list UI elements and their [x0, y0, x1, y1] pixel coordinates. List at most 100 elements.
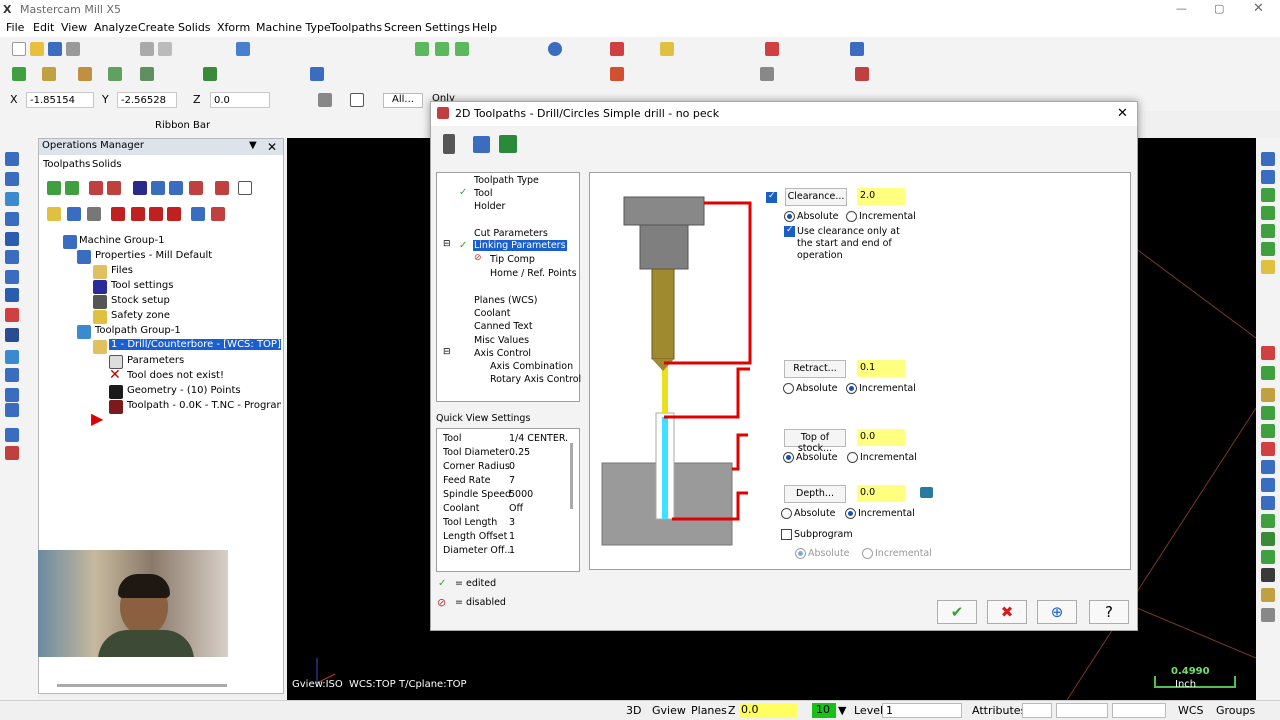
level-number[interactable]: 10: [812, 703, 836, 718]
depth-value[interactable]: 0.0: [857, 485, 905, 502]
minimize-icon[interactable]: —: [1176, 2, 1187, 15]
left-tool-6-icon[interactable]: [5, 250, 19, 264]
move-down-icon[interactable]: [111, 207, 125, 221]
mode-3d[interactable]: 3D: [626, 704, 641, 717]
solid-box-icon[interactable]: [415, 42, 429, 56]
level-button[interactable]: Level: [854, 704, 883, 717]
top-of-stock-incremental-radio[interactable]: [847, 452, 858, 463]
solid-cylinder-icon[interactable]: [435, 42, 449, 56]
tree-rotary-axis-control[interactable]: Rotary Axis Control: [490, 374, 581, 385]
horizontal-scrollbar[interactable]: [57, 684, 227, 687]
add-icon[interactable]: [12, 67, 26, 81]
grid-icon[interactable]: [610, 67, 624, 81]
right-tool-1-icon[interactable]: [1261, 152, 1275, 166]
right-tool-21-icon[interactable]: [1261, 588, 1275, 602]
backplot-icon[interactable]: [133, 181, 147, 195]
help-button[interactable]: ?: [1089, 600, 1129, 624]
menu-analyze[interactable]: Analyze: [94, 21, 137, 34]
tree-canned-text[interactable]: Canned Text: [474, 321, 533, 332]
linking-expand-icon[interactable]: ⊟: [443, 239, 451, 249]
left-tool-7-icon[interactable]: [5, 270, 19, 284]
left-tool-10-icon[interactable]: [5, 328, 19, 342]
analyze-icon[interactable]: [765, 42, 779, 56]
insert-arrow-marker-icon[interactable]: ▶: [91, 409, 103, 428]
tool-holder-icon[interactable]: [443, 134, 455, 154]
right-tool-17-icon[interactable]: [1261, 514, 1275, 528]
dialog-library-icon[interactable]: [499, 135, 517, 153]
top-of-stock-absolute-radio[interactable]: [783, 452, 794, 463]
lock-icon[interactable]: [318, 93, 332, 107]
tab-toolpaths[interactable]: Toolpaths: [43, 159, 90, 170]
tree-axis-combination[interactable]: Axis Combination: [490, 361, 573, 372]
clearance-value[interactable]: 2.0: [857, 188, 905, 205]
tree-parameters[interactable]: Parameters: [127, 355, 184, 366]
surface-icon[interactable]: [203, 67, 217, 81]
qv-scrollbar[interactable]: [570, 443, 573, 509]
clearance-button[interactable]: Clearance...: [785, 188, 847, 206]
right-tool-20-icon[interactable]: [1261, 568, 1275, 582]
right-tool-3-icon[interactable]: [1261, 188, 1275, 202]
clearance-checkbox[interactable]: [766, 191, 777, 203]
right-tool-10-icon[interactable]: [1261, 388, 1275, 402]
menu-file[interactable]: File: [6, 21, 24, 34]
right-tool-4-icon[interactable]: [1261, 206, 1275, 220]
right-tool-19-icon[interactable]: [1261, 550, 1275, 564]
left-tool-9-icon[interactable]: [5, 308, 19, 322]
level-value-field[interactable]: 1: [882, 703, 962, 718]
top-of-stock-button[interactable]: Top of stock...: [784, 429, 846, 454]
toggle-post-icon[interactable]: [87, 207, 101, 221]
tree-operation-1[interactable]: 1 - Drill/Counterbore - [WCS: TOP] - [T: [109, 339, 281, 350]
menu-create[interactable]: Create: [138, 21, 175, 34]
maximize-icon[interactable]: ▢: [1214, 2, 1224, 15]
gview-button[interactable]: Gview: [652, 704, 686, 717]
move-up-icon[interactable]: [131, 207, 145, 221]
select-all-icon[interactable]: [47, 181, 61, 195]
menu-solids[interactable]: Solids: [178, 21, 211, 34]
right-tool-11-icon[interactable]: [1261, 406, 1275, 420]
clearance-incremental-radio[interactable]: [846, 211, 857, 222]
menu-help[interactable]: Help: [472, 21, 497, 34]
depth-incremental-radio[interactable]: [845, 508, 856, 519]
planes-button[interactable]: Planes: [691, 704, 727, 717]
shade-icon[interactable]: [610, 42, 624, 56]
view-icon[interactable]: [760, 67, 774, 81]
wcs-button[interactable]: WCS: [1178, 704, 1204, 717]
left-tool-4-icon[interactable]: [5, 212, 19, 226]
top-of-stock-value[interactable]: 0.0: [857, 429, 905, 446]
attributes-button[interactable]: Attributes: [972, 704, 1026, 717]
menu-xform[interactable]: Xform: [217, 21, 250, 34]
cancel-button[interactable]: ✖: [987, 600, 1027, 624]
x-input[interactable]: [26, 92, 94, 108]
right-tool-5-icon[interactable]: [1261, 224, 1275, 238]
tree-files[interactable]: Files: [111, 265, 133, 276]
verify-icon[interactable]: [151, 181, 165, 195]
xform-icon[interactable]: [310, 67, 324, 81]
depth-absolute-radio[interactable]: [781, 508, 792, 519]
arc-icon[interactable]: [78, 67, 92, 81]
lock-ops-icon[interactable]: [47, 207, 61, 221]
rect-icon[interactable]: [108, 67, 122, 81]
menu-screen[interactable]: Screen: [384, 21, 422, 34]
regen-icon[interactable]: [89, 181, 103, 195]
tree-stock-setup[interactable]: Stock setup: [111, 295, 170, 306]
apply-button[interactable]: ⊕: [1037, 600, 1077, 624]
depth-button[interactable]: Depth...: [784, 485, 846, 503]
new-file-icon[interactable]: [12, 42, 26, 56]
fillet-icon[interactable]: [140, 67, 154, 81]
right-tool-18-icon[interactable]: [1261, 532, 1275, 546]
subprogram-absolute-radio[interactable]: [795, 548, 806, 559]
highfeed-icon[interactable]: [189, 181, 203, 195]
open-file-icon[interactable]: [30, 42, 44, 56]
left-tool-12-icon[interactable]: [5, 368, 19, 382]
menu-machine-type[interactable]: Machine Type: [256, 21, 331, 34]
toolpath-icon[interactable]: [850, 42, 864, 56]
tree-coolant[interactable]: Coolant: [474, 308, 510, 319]
undo-icon[interactable]: [140, 42, 154, 56]
tree-tip-comp[interactable]: Tip Comp: [490, 254, 535, 265]
tree-linking-parameters[interactable]: Linking Parameters: [473, 240, 567, 251]
clearance-absolute-radio[interactable]: [784, 211, 795, 222]
move-insert-icon[interactable]: [167, 207, 181, 221]
globe-icon[interactable]: [548, 42, 562, 56]
regen-dirty-icon[interactable]: [107, 181, 121, 195]
tree-misc-values[interactable]: Misc Values: [474, 335, 529, 346]
